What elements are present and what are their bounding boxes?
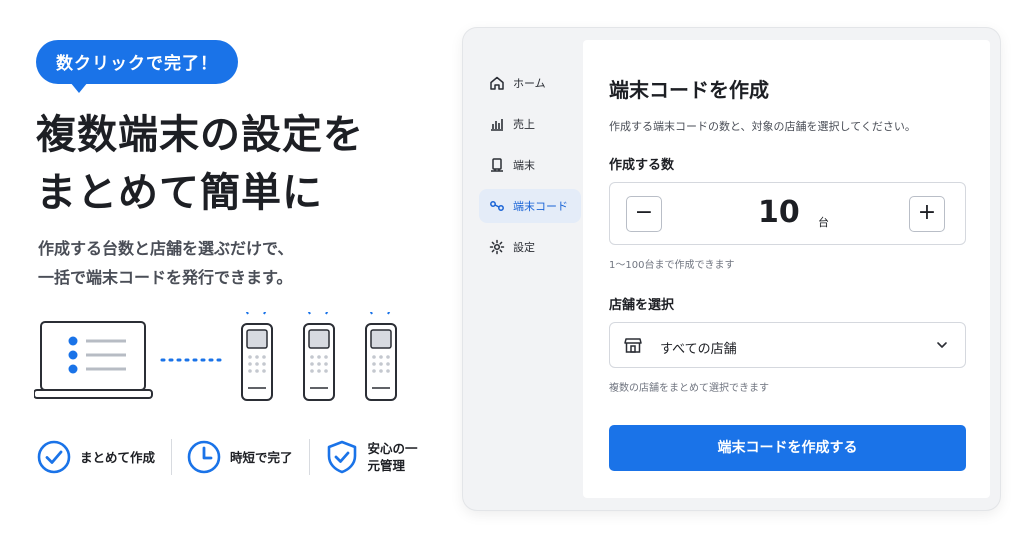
bar-chart-icon bbox=[491, 119, 503, 131]
laptop-icon bbox=[34, 321, 153, 399]
sidebar-item-sales[interactable]: 売上 bbox=[479, 107, 581, 141]
quantity-value[interactable]: 10 bbox=[758, 195, 800, 230]
terminal-icon-3 bbox=[365, 312, 397, 401]
sidebar-item-settings[interactable]: 設定 bbox=[479, 230, 581, 264]
app-window: ホーム 売上 端末 端末コード 設定 端末コードを作成 作成する端末コードの数と… bbox=[463, 28, 1000, 510]
promo-headline-line2: まとめて簡単に bbox=[36, 170, 323, 216]
promo-headline-line1: 複数端末の設定を bbox=[36, 112, 364, 158]
feature-item: 時短で完了 bbox=[171, 439, 309, 475]
promo-badge: 数クリックで完了！ bbox=[36, 40, 238, 93]
shield-check-icon bbox=[327, 440, 356, 474]
increment-button[interactable]: + bbox=[909, 196, 945, 232]
store-select[interactable]: すべての店舗 bbox=[609, 322, 966, 368]
store-select-value: すべての店舗 bbox=[660, 342, 737, 357]
sidebar: ホーム 売上 端末 端末コード 設定 bbox=[473, 40, 583, 498]
feature-label: まとめて作成 bbox=[80, 449, 156, 465]
terminal-icon-1 bbox=[241, 312, 273, 401]
store-icon bbox=[624, 338, 642, 353]
sidebar-item-terminal-codes[interactable]: 端末コード bbox=[479, 189, 581, 223]
decrement-button[interactable]: − bbox=[626, 196, 662, 232]
home-icon bbox=[490, 76, 504, 90]
feature-list: まとめて作成 時短で完了 安心の一元管理 bbox=[36, 432, 440, 482]
promo-headline: 複数端末の設定を まとめて簡単に bbox=[36, 106, 364, 222]
create-terminal-code-button[interactable]: 端末コードを作成する bbox=[609, 425, 966, 471]
store-hint: 複数の店舗をまとめて選択できます bbox=[609, 383, 769, 394]
quantity-unit: 台 bbox=[818, 216, 829, 229]
promo-subtext: 作成する台数と店舗を選ぶだけで、 一括で端末コードを発行できます。 bbox=[38, 234, 293, 292]
page-description: 作成する端末コードの数と、対象の店舗を選択してください。 bbox=[609, 120, 916, 133]
gear-icon bbox=[489, 239, 505, 255]
sidebar-item-label: 設定 bbox=[513, 241, 535, 254]
feature-item: まとめて作成 bbox=[36, 439, 171, 475]
laptop-to-terminals-illustration bbox=[34, 312, 397, 401]
quantity-stepper: − 10 台 + bbox=[609, 182, 966, 245]
promo-panel: 数クリックで完了！ 複数端末の設定を まとめて簡単に 作成する台数と店舗を選ぶだ… bbox=[0, 0, 450, 538]
feature-item: 安心の一元管理 bbox=[308, 439, 440, 475]
terminal-icon bbox=[491, 158, 503, 172]
check-circle-icon bbox=[37, 440, 71, 474]
promo-subtext-line1: 作成する台数と店舗を選ぶだけで、 bbox=[38, 239, 294, 258]
sidebar-item-label: ホーム bbox=[513, 77, 546, 90]
feature-label: 安心の一元管理 bbox=[367, 441, 418, 473]
sidebar-item-label: 端末 bbox=[513, 159, 535, 172]
quantity-hint: 1〜100台まで作成できます bbox=[609, 260, 735, 271]
quantity-label: 作成する数 bbox=[609, 158, 675, 173]
sidebar-item-label: 端末コード bbox=[513, 200, 568, 213]
store-label: 店舗を選択 bbox=[609, 298, 675, 313]
chevron-down-icon bbox=[937, 342, 947, 348]
link-icon bbox=[490, 201, 504, 211]
sidebar-item-terminals[interactable]: 端末 bbox=[479, 148, 581, 182]
create-terminal-code-panel: 端末コードを作成 作成する端末コードの数と、対象の店舗を選択してください。 作成… bbox=[583, 40, 990, 498]
feature-label: 時短で完了 bbox=[230, 449, 293, 465]
clock-icon bbox=[187, 440, 221, 474]
terminal-icon-2 bbox=[303, 312, 335, 401]
sidebar-item-label: 売上 bbox=[513, 118, 535, 131]
promo-subtext-line2: 一括で端末コードを発行できます。 bbox=[38, 268, 293, 287]
page-title: 端末コードを作成 bbox=[609, 78, 769, 102]
sidebar-item-home[interactable]: ホーム bbox=[479, 66, 581, 100]
